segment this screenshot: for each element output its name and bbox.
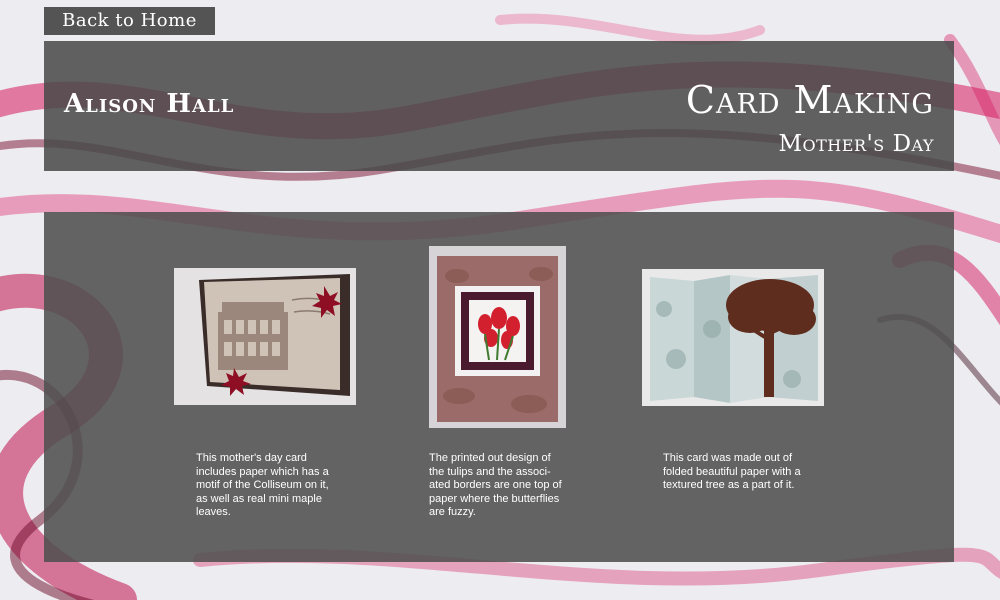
- page-subtitle: Mother's Day: [778, 131, 934, 157]
- back-to-home-button[interactable]: Back to Home: [44, 7, 215, 35]
- card-caption-3: This card was made out of folded beautif…: [663, 452, 801, 491]
- gallery-panel: This mother's day card includes paper wh…: [44, 212, 954, 562]
- card-caption-2: The printed out design of the tulips and…: [429, 452, 562, 518]
- card-caption-1: This mother's day card includes paper wh…: [196, 452, 329, 518]
- author-name: Alison Hall: [64, 89, 235, 119]
- header-panel: Alison Hall Card Making Mother's Day: [44, 41, 954, 171]
- page-title: Card Making: [685, 78, 934, 122]
- tree-card-photo[interactable]: [642, 269, 824, 406]
- tulip-card-photo[interactable]: [429, 246, 566, 428]
- colosseum-card-photo[interactable]: [174, 268, 356, 405]
